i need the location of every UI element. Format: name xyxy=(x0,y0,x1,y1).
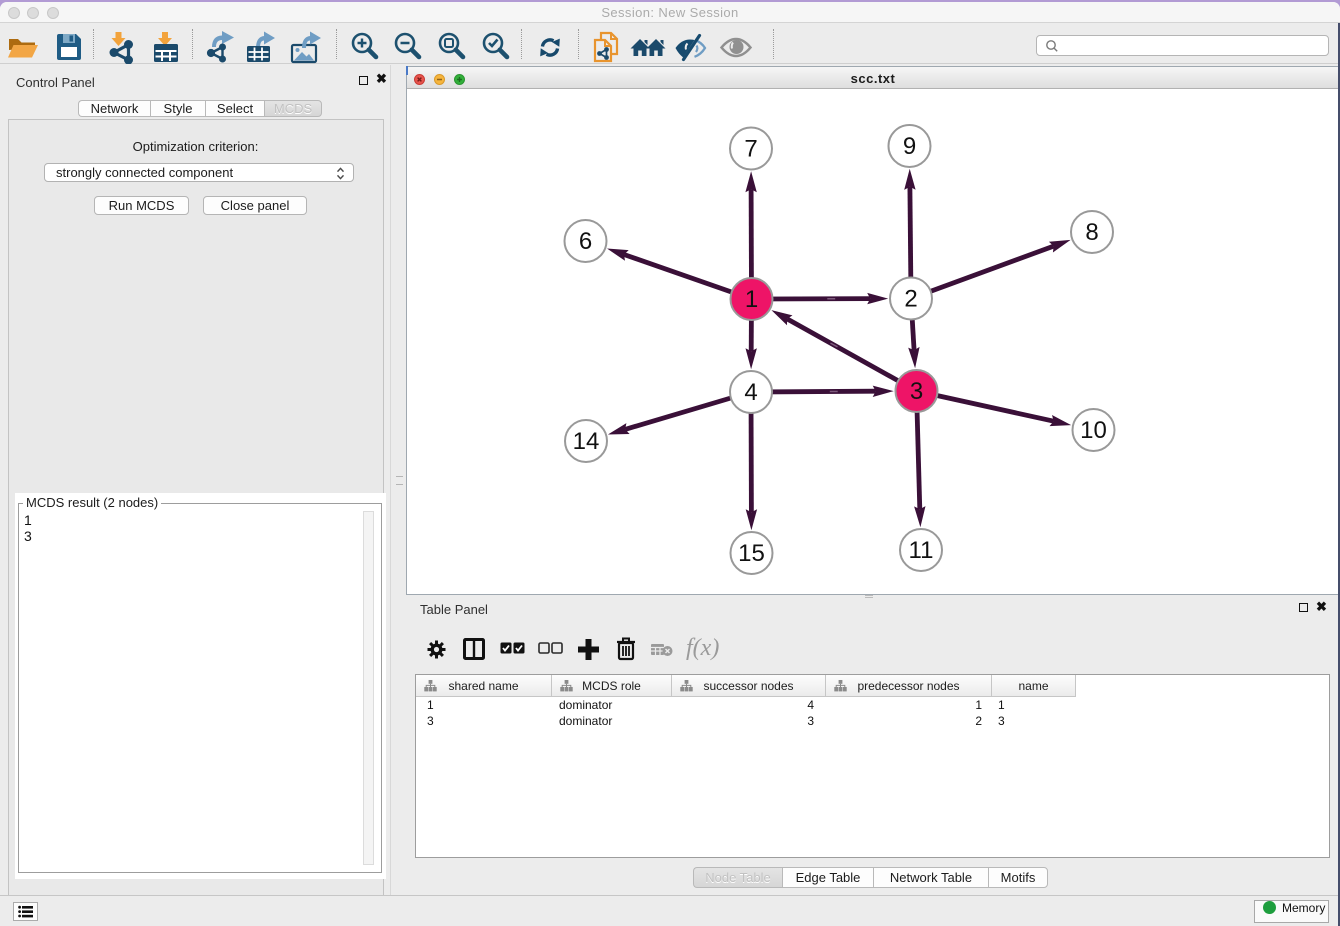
svg-text:4: 4 xyxy=(744,379,757,406)
svg-text:6: 6 xyxy=(579,228,592,255)
svg-text:10: 10 xyxy=(1080,417,1107,444)
svg-text:2: 2 xyxy=(904,286,917,313)
svg-text:3: 3 xyxy=(910,378,923,405)
svg-text:7: 7 xyxy=(744,136,757,163)
svg-text:8: 8 xyxy=(1085,219,1098,246)
svg-text:15: 15 xyxy=(738,540,765,567)
svg-text:1: 1 xyxy=(745,286,758,313)
svg-text:11: 11 xyxy=(909,537,934,564)
svg-text:14: 14 xyxy=(573,428,600,455)
svg-text:9: 9 xyxy=(903,133,916,160)
